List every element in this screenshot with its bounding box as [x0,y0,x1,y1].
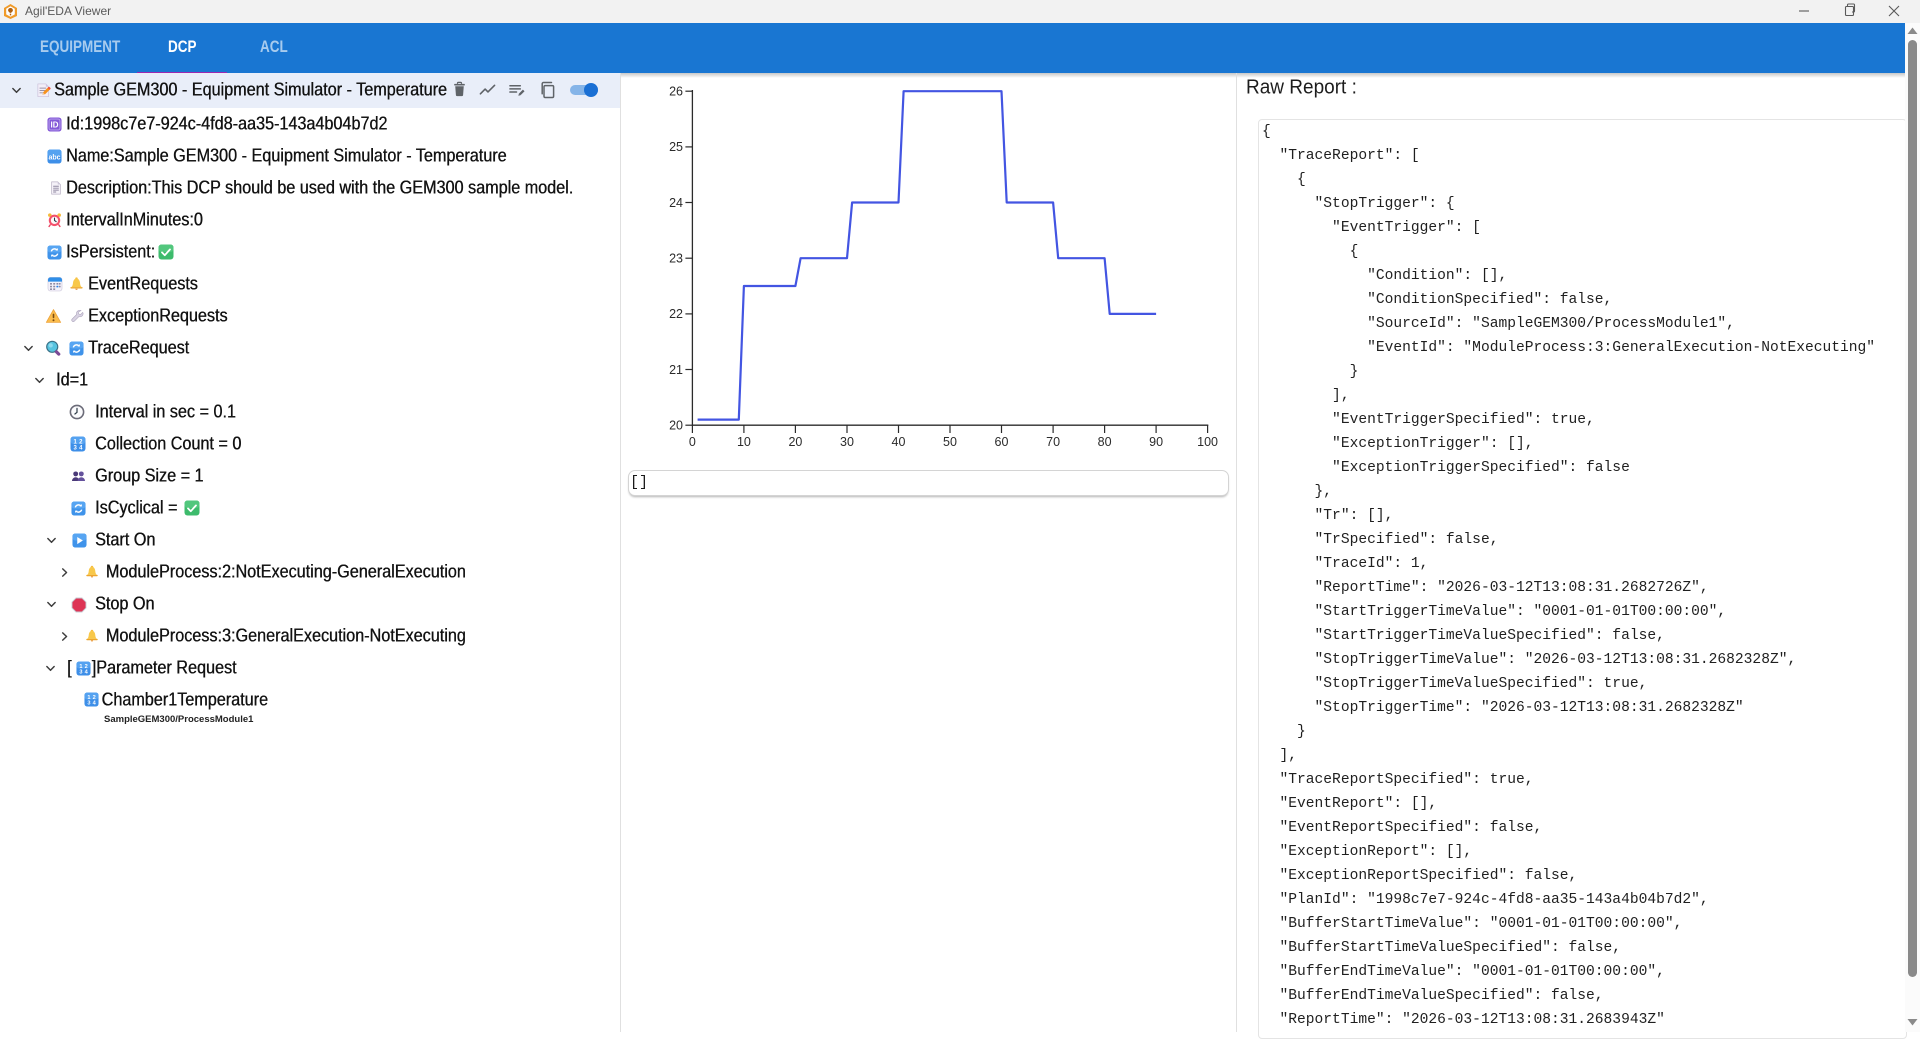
svg-text:10: 10 [737,435,751,449]
svg-text:70: 70 [1046,435,1060,449]
svg-text:22: 22 [669,307,683,321]
svg-text:20: 20 [669,419,683,433]
svg-text:24: 24 [669,196,683,210]
svg-text:20: 20 [788,435,802,449]
svg-text:0: 0 [689,435,696,449]
svg-text:25: 25 [669,140,683,154]
svg-text:100: 100 [1197,435,1218,449]
svg-text:21: 21 [669,363,683,377]
svg-text:40: 40 [892,435,906,449]
svg-text:26: 26 [669,85,683,99]
svg-text:30: 30 [840,435,854,449]
svg-text:50: 50 [943,435,957,449]
svg-text:23: 23 [669,252,683,266]
svg-text:80: 80 [1098,435,1112,449]
svg-text:90: 90 [1149,435,1163,449]
svg-text:60: 60 [995,435,1009,449]
